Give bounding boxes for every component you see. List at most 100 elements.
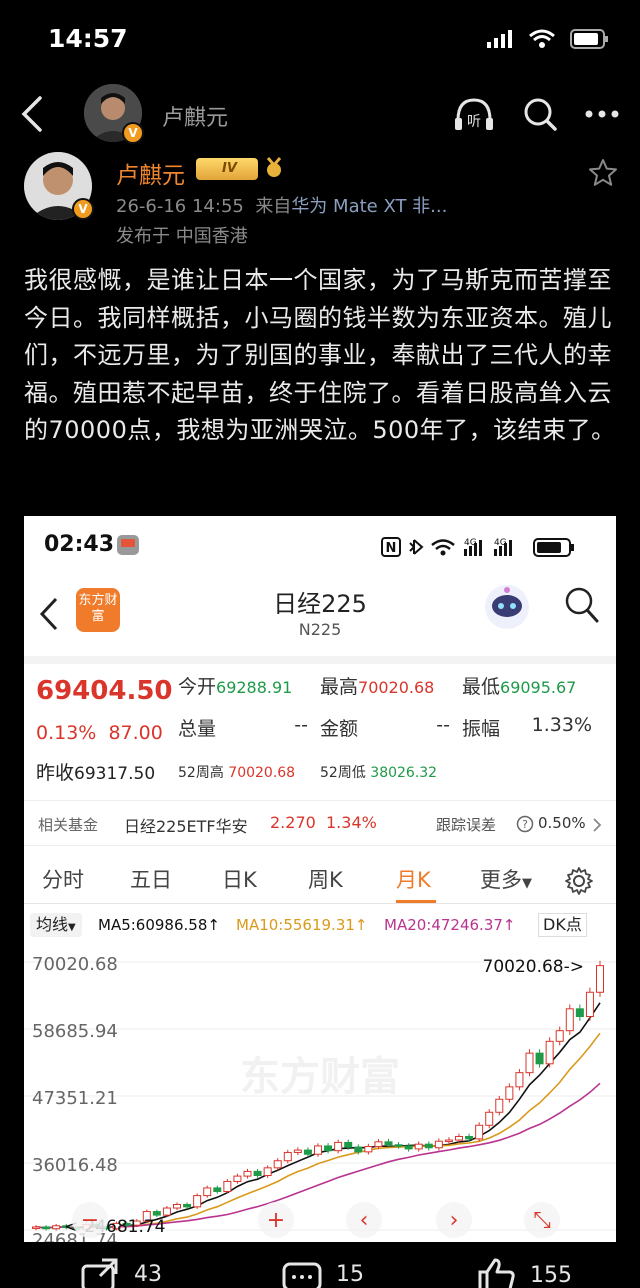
chevron-right-icon <box>593 818 602 832</box>
tab-week-k[interactable]: 周K <box>308 864 343 894</box>
author-name[interactable]: 卢麒元 <box>116 156 185 190</box>
repost-button[interactable]: 43 <box>80 1258 162 1288</box>
prev-close: 昨收69317.50 <box>36 758 155 785</box>
candle-body <box>162 1207 171 1216</box>
amount-label: 金额 <box>320 718 359 740</box>
zoom-out-icon[interactable]: − <box>81 1208 99 1233</box>
status-time: 14:57 <box>48 24 128 53</box>
change-val: 87.00 <box>108 722 163 744</box>
watermark-text: 东方财富 <box>240 1054 400 1100</box>
svg-text:N: N <box>386 541 397 556</box>
candle-body <box>354 1146 363 1153</box>
change-pct: 0.13% <box>36 722 97 744</box>
scroll-left-icon[interactable]: ‹ <box>360 1208 369 1233</box>
verified-badge-icon: V <box>122 122 144 144</box>
more-icon[interactable] <box>584 109 620 119</box>
svg-text:?: ? <box>522 818 528 831</box>
post-time: 26-6-16 14:55 <box>116 196 244 217</box>
candle-body <box>233 1175 242 1182</box>
price-change: 0.13% 87.00 <box>36 722 163 744</box>
fullscreen-icon[interactable]: ⤡ <box>533 1208 551 1233</box>
like-button[interactable]: 155 <box>476 1258 572 1288</box>
candle-body <box>193 1195 202 1208</box>
fund-name[interactable]: 日经225ETF华安 <box>124 813 248 837</box>
comment-button[interactable]: 15 <box>282 1258 364 1288</box>
candle-body <box>424 1143 433 1149</box>
current-price: 69404.50 <box>36 676 173 706</box>
level-badge: IV <box>196 158 258 180</box>
embedded-screenshot[interactable]: 02:43 N 4G 4G 东方财富 日经225 N225 69404.50 0… <box>24 516 616 1242</box>
candle-body <box>565 1008 574 1032</box>
level-badge-text: IV <box>222 161 237 176</box>
volume-value: -- <box>294 714 308 736</box>
candle-body <box>334 1141 343 1152</box>
candle-body <box>525 1052 534 1074</box>
candle-body <box>455 1135 463 1141</box>
volume-label: 总量 <box>178 718 217 740</box>
robot-assistant-icon[interactable] <box>482 582 532 632</box>
cellular-signal-icon <box>487 30 512 48</box>
dropdown-arrow-icon: ▼ <box>522 876 532 891</box>
nav-actions: 听 <box>452 96 620 132</box>
volume-quote: 总量 -- <box>178 714 308 741</box>
listen-icon[interactable]: 听 <box>452 96 496 132</box>
candle-body <box>243 1170 252 1177</box>
dk-point-button[interactable]: DK点 <box>538 913 587 937</box>
candle-body <box>535 1052 544 1065</box>
ma10-value: MA10:55619.31↑ <box>236 916 368 934</box>
candle-body <box>344 1141 353 1148</box>
candle-body <box>152 1211 161 1216</box>
tab-day-k[interactable]: 日K <box>222 864 257 894</box>
candle-body <box>173 1203 181 1209</box>
post-meta: 26-6-16 14:55 来自华为 Mate XT 非... <box>116 192 447 218</box>
high-quote: 最高70020.68 <box>320 672 434 699</box>
screenshot-search-icon[interactable] <box>564 586 600 624</box>
candle-body <box>213 1187 222 1192</box>
comment-icon <box>282 1262 322 1288</box>
candle-body <box>495 1098 504 1113</box>
zoom-in-icon[interactable]: + <box>267 1208 285 1233</box>
open-label: 今开 <box>178 676 217 698</box>
candlestick-chart[interactable]: 70020.6858685.9447351.2136016.4824681.74… <box>24 940 616 1242</box>
search-icon[interactable] <box>522 96 558 132</box>
favorite-star-icon[interactable] <box>588 158 618 188</box>
candle-body <box>515 1072 524 1088</box>
candle-body <box>183 1203 192 1208</box>
high-label: 最高 <box>320 676 359 698</box>
ma5-value: MA5:60986.58↑ <box>98 916 220 934</box>
candle-body <box>585 991 594 1018</box>
ma-type-select[interactable]: 均线▼ <box>30 913 82 937</box>
candle-body <box>273 1160 282 1169</box>
fund-pct: 1.34% <box>326 813 377 832</box>
amplitude-value: 1.33% <box>531 714 592 736</box>
ma-type-arrow-icon: ▼ <box>68 922 76 933</box>
settings-gear-icon[interactable] <box>564 866 594 896</box>
post-text: 我很感慨，是谁让日本一个国家，为了马斯克而苦撑至今日。我同样概括，小马圈的钱半数… <box>24 266 616 444</box>
candle-body <box>32 1226 40 1229</box>
fund-label: 相关基金 <box>38 816 99 834</box>
w52-high-label: 52周高 <box>178 765 224 781</box>
related-fund-row[interactable]: 相关基金 日经225ETF华安 2.270 1.34% 跟踪误差 ? 0.50% <box>24 800 616 846</box>
candle-body <box>203 1187 212 1197</box>
amount-quote: 金额 -- <box>320 714 450 741</box>
post-device[interactable]: 华为 Mate XT 非... <box>291 196 447 217</box>
candle-body <box>293 1149 302 1153</box>
candle-body <box>374 1141 383 1148</box>
fund-price: 2.270 <box>270 813 316 832</box>
max-price-label: 70020.68-> <box>483 957 585 977</box>
tab-month-k[interactable]: 月K <box>396 864 431 894</box>
tab-more[interactable]: 更多▼ <box>480 864 532 894</box>
scroll-right-icon[interactable]: › <box>450 1208 459 1233</box>
tracking-label: 跟踪误差 <box>436 816 497 834</box>
candle-body <box>404 1145 413 1150</box>
like-count: 155 <box>530 1262 572 1288</box>
action-bar: 43 15 155 <box>0 1244 640 1288</box>
candle-body <box>505 1086 514 1100</box>
tab-fenshi[interactable]: 分时 <box>42 864 84 894</box>
back-arrow-icon[interactable] <box>16 94 52 134</box>
active-tab-indicator <box>396 900 436 903</box>
help-icon[interactable]: ? <box>516 815 534 833</box>
candle-body <box>394 1144 403 1147</box>
y-tick-label: 70020.68 <box>32 954 118 975</box>
tab-wuri[interactable]: 五日 <box>130 864 172 894</box>
